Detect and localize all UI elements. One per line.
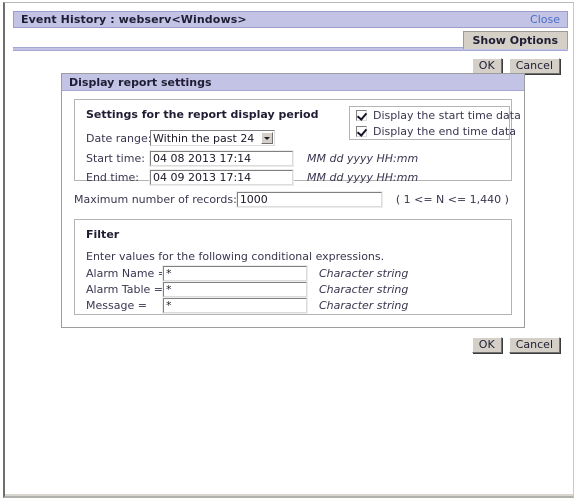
page-title: Event History : webserv<Windows>: [21, 13, 247, 26]
message-input[interactable]: [162, 296, 308, 314]
filter-row: Alarm Table = Character string: [86, 280, 409, 298]
alarm-table-input[interactable]: [162, 280, 308, 298]
display-start-time-checkbox[interactable]: [356, 109, 367, 121]
cancel-button-bottom[interactable]: Cancel: [508, 337, 560, 353]
display-end-time-checkbox[interactable]: [356, 125, 367, 137]
max-records-input[interactable]: [235, 190, 383, 208]
alarm-name-input[interactable]: [162, 264, 308, 282]
period-group-title: Settings for the report display period: [86, 108, 319, 121]
end-time-input[interactable]: [149, 168, 294, 186]
window-titlebar: Event History : webserv<Windows> Close: [13, 11, 568, 28]
start-time-format-hint: MM dd yyyy HH:mm: [307, 152, 419, 165]
alarm-name-hint: Character string: [319, 266, 409, 280]
report-period-group: Settings for the report display period D…: [74, 99, 521, 186]
window-content: Event History : webserv<Windows> Close S…: [5, 3, 573, 496]
filter-row: Message = Character string: [86, 296, 409, 314]
show-options-tab[interactable]: Show Options: [462, 31, 568, 49]
application-window: Event History : webserv<Windows> Close S…: [3, 2, 574, 498]
display-report-settings-dialog: Display report settings Settings for the…: [61, 73, 525, 328]
filter-description: Enter values for the following condition…: [86, 250, 385, 263]
filter-row: Alarm Name = Character string: [86, 264, 409, 282]
filter-group: Filter Enter values for the following co…: [74, 219, 512, 315]
window-bottom-edge: [5, 494, 573, 496]
start-time-input[interactable]: [149, 149, 294, 167]
date-range-row: Date range: Within the past 24 hours: [86, 130, 275, 146]
message-label: Message =: [86, 298, 147, 312]
display-end-time-label: Display the end time data: [373, 124, 516, 138]
start-time-label: Start time:: [86, 151, 145, 165]
alarm-name-label: Alarm Name =: [86, 266, 168, 280]
cancel-button-top[interactable]: Cancel: [508, 58, 560, 74]
close-link[interactable]: Close: [530, 13, 560, 26]
dialog-body: Settings for the report display period D…: [62, 91, 524, 315]
alarm-table-label: Alarm Table =: [86, 282, 164, 296]
date-range-select[interactable]: Within the past 24 hours: [150, 130, 275, 146]
alarm-table-hint: Character string: [319, 282, 409, 296]
display-options-group: Display the start time data Display the …: [349, 106, 521, 140]
bottom-button-row: OK Cancel: [471, 337, 560, 353]
filter-group-title: Filter: [86, 228, 120, 241]
options-tabstrip: Show Options: [13, 31, 568, 51]
date-range-select-wrapper: Within the past 24 hours: [150, 130, 275, 146]
message-hint: Character string: [319, 298, 409, 312]
ok-button-bottom[interactable]: OK: [471, 337, 502, 353]
top-button-row: OK Cancel: [471, 58, 560, 74]
end-time-label: End time:: [86, 170, 139, 184]
display-start-time-row[interactable]: Display the start time data: [356, 107, 521, 123]
end-time-format-hint: MM dd yyyy HH:mm: [307, 171, 419, 184]
end-time-row: End time:: [86, 168, 294, 186]
date-range-label: Date range:: [86, 131, 152, 145]
display-start-time-label: Display the start time data: [373, 108, 521, 122]
display-end-time-row[interactable]: Display the end time data: [356, 123, 516, 139]
dialog-header: Display report settings: [62, 74, 524, 91]
max-records-label: Maximum number of records:: [74, 192, 237, 206]
max-records-hint: ( 1 <= N <= 1,440 ): [395, 192, 509, 206]
max-records-row: Maximum number of records: ( 1 <= N <= 1…: [74, 190, 509, 208]
ok-button-top[interactable]: OK: [471, 58, 502, 74]
start-time-row: Start time:: [86, 149, 294, 167]
